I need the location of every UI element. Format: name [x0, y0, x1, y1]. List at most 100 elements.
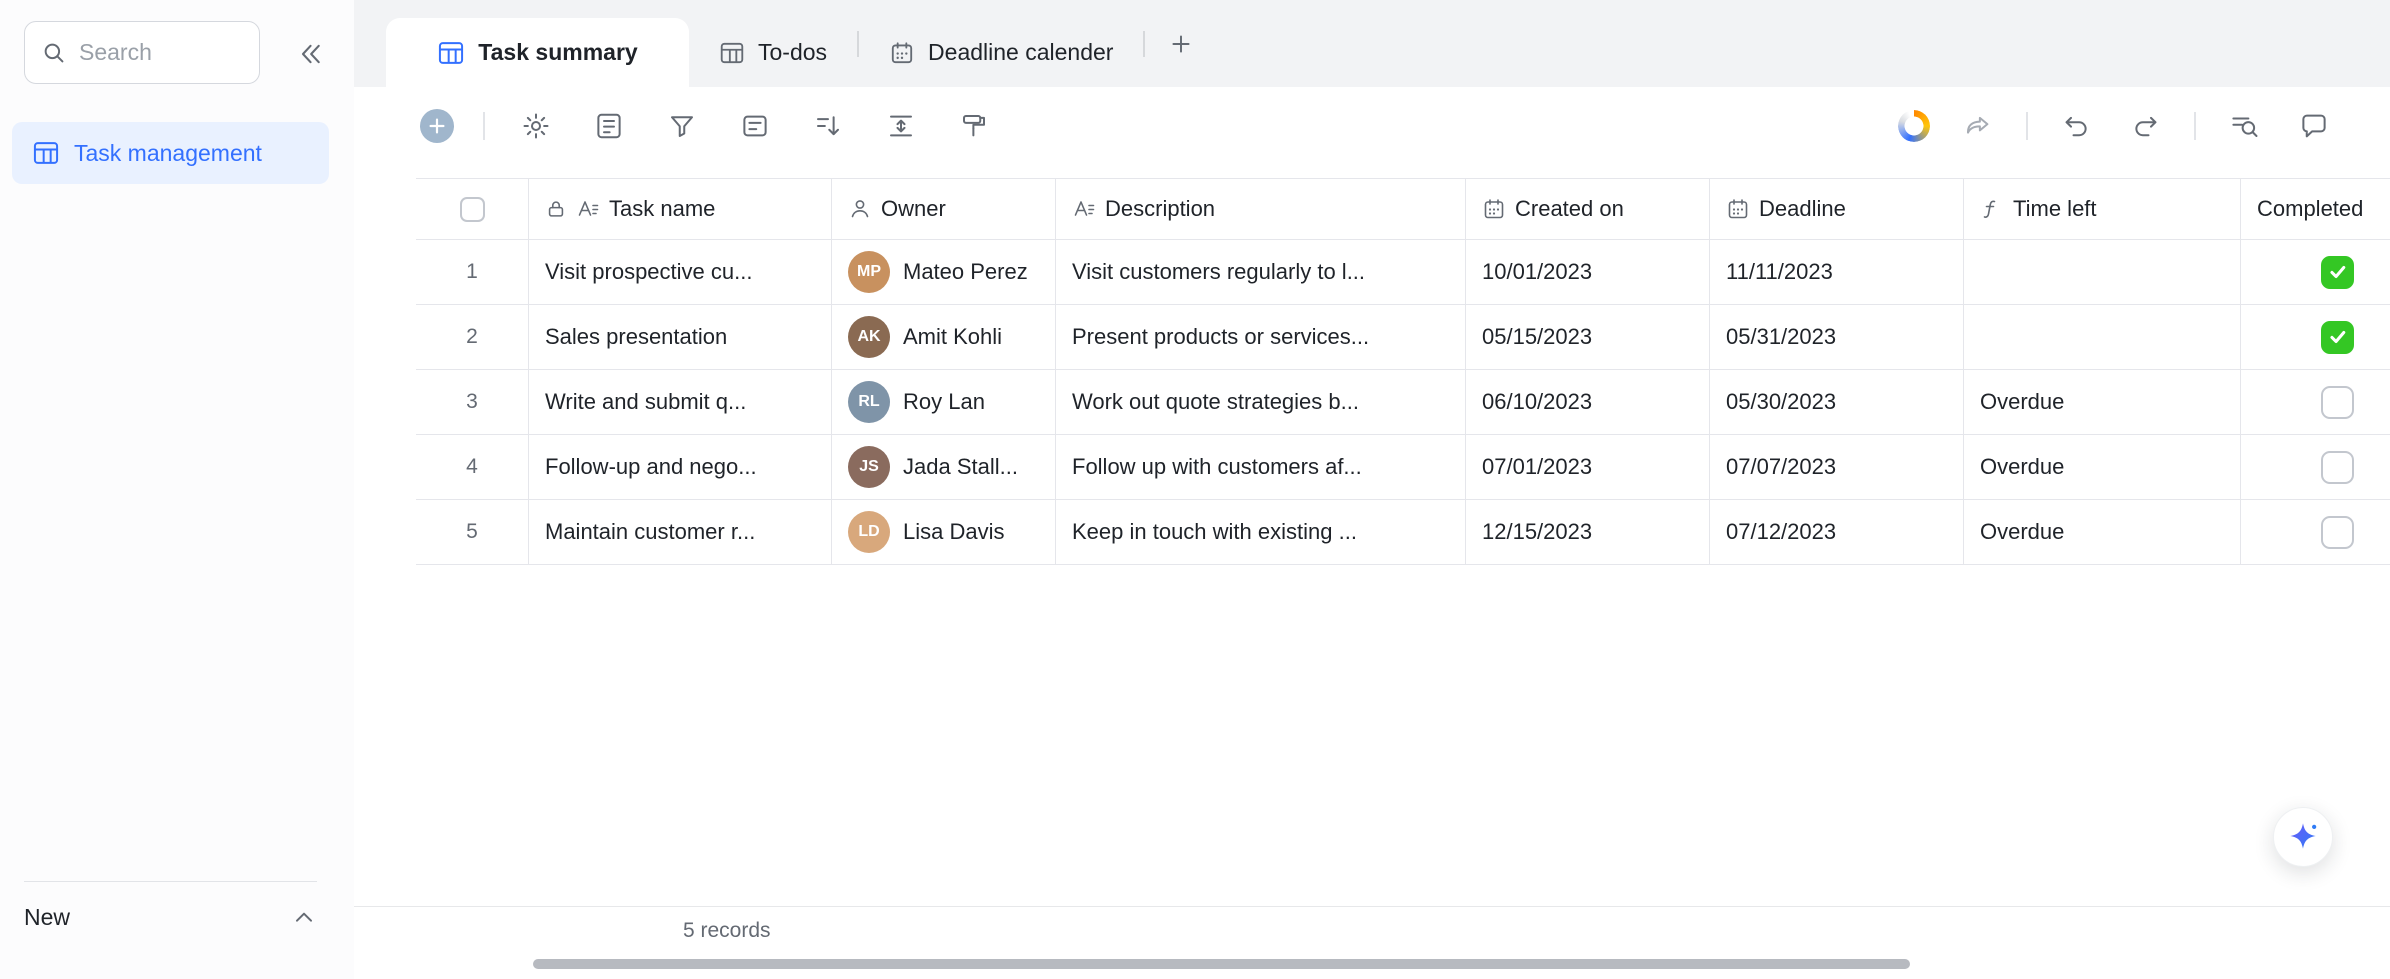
table-icon [439, 41, 464, 64]
task-name-cell[interactable]: Visit prospective cu... [529, 240, 832, 304]
comment-icon[interactable] [2292, 104, 2336, 148]
completed-checkbox[interactable] [2321, 515, 2354, 549]
avatar: MP [848, 251, 890, 293]
avatar: LD [848, 511, 890, 553]
row-number[interactable]: 3 [416, 370, 529, 434]
created-on-cell[interactable]: 10/01/2023 [1466, 240, 1710, 304]
sidebar: Task management New [0, 0, 354, 979]
tab-task-summary[interactable]: Task summary [386, 18, 689, 87]
add-view-icon[interactable] [1159, 22, 1203, 66]
created-on-cell[interactable]: 12/15/2023 [1466, 500, 1710, 564]
description-cell[interactable]: Follow up with customers af... [1056, 435, 1466, 499]
row-height-icon[interactable] [879, 104, 923, 148]
task-name-cell[interactable]: Follow-up and nego... [529, 435, 832, 499]
table-row: 4 Follow-up and nego... JS Jada Stall...… [416, 435, 2390, 500]
column-label: Owner [881, 196, 946, 221]
horizontal-scrollbar[interactable] [533, 959, 1910, 969]
check-icon [2329, 330, 2345, 344]
task-name-cell[interactable]: Write and submit q... [529, 370, 832, 434]
column-header-owner[interactable]: Owner [832, 179, 1056, 239]
deadline-cell[interactable]: 05/30/2023 [1710, 370, 1964, 434]
sidebar-collapse-icon[interactable] [288, 36, 332, 72]
sparkle-icon [2290, 823, 2317, 849]
time-left-cell[interactable]: Overdue [1964, 370, 2241, 434]
owner-cell[interactable]: RL Roy Lan [832, 370, 1056, 434]
column-label: Completed [2257, 196, 2364, 221]
sort-icon[interactable] [806, 104, 850, 148]
completed-checkbox[interactable] [2321, 320, 2354, 354]
created-on-cell[interactable]: 07/01/2023 [1466, 435, 1710, 499]
row-number[interactable]: 5 [416, 500, 529, 564]
time-left-cell[interactable]: Overdue [1964, 435, 2241, 499]
created-on-cell[interactable]: 05/15/2023 [1466, 305, 1710, 369]
toolbar-separator [2194, 112, 2196, 140]
paint-format-icon[interactable] [952, 104, 996, 148]
deadline-cell[interactable]: 11/11/2023 [1710, 240, 1964, 304]
column-header-completed[interactable]: Completed [2241, 179, 2390, 239]
owner-cell[interactable]: LD Lisa Davis [832, 500, 1056, 564]
chevron-up-icon[interactable] [291, 905, 317, 931]
formula-icon [1983, 200, 1996, 218]
time-left-cell[interactable] [1964, 305, 2241, 369]
calendar-icon [1728, 199, 1748, 219]
column-header-description[interactable]: Description [1056, 179, 1466, 239]
owner-cell[interactable]: AK Amit Kohli [832, 305, 1056, 369]
tab-deadline-calendar[interactable]: Deadline calender [859, 18, 1143, 87]
description-cell[interactable]: Present products or services... [1056, 305, 1466, 369]
completed-cell[interactable] [2241, 370, 2390, 434]
created-on-cell[interactable]: 06/10/2023 [1466, 370, 1710, 434]
settings-gear-icon[interactable] [514, 104, 558, 148]
lock-icon [548, 201, 564, 217]
calendar-icon [1484, 199, 1504, 219]
deadline-cell[interactable]: 07/07/2023 [1710, 435, 1964, 499]
owner-cell[interactable]: JS Jada Stall... [832, 435, 1056, 499]
share-icon[interactable] [1956, 104, 2000, 148]
group-icon[interactable] [733, 104, 777, 148]
column-header-time-left[interactable]: Time left [1964, 179, 2241, 239]
time-left-cell[interactable]: Overdue [1964, 500, 2241, 564]
column-header-created-on[interactable]: Created on [1466, 179, 1710, 239]
row-number[interactable]: 2 [416, 305, 529, 369]
search-records-icon[interactable] [2222, 104, 2266, 148]
filter-icon[interactable] [660, 104, 704, 148]
task-name-cell[interactable]: Maintain customer r... [529, 500, 832, 564]
completed-cell[interactable] [2241, 435, 2390, 499]
completed-checkbox[interactable] [2321, 450, 2354, 484]
row-number[interactable]: 1 [416, 240, 529, 304]
description-cell[interactable]: Keep in touch with existing ... [1056, 500, 1466, 564]
column-label: Description [1105, 196, 1216, 221]
ai-assistant-button[interactable] [2273, 807, 2333, 867]
redo-icon[interactable] [2124, 104, 2168, 148]
completed-cell[interactable] [2241, 305, 2390, 369]
new-button[interactable]: New [24, 904, 70, 931]
undo-icon[interactable] [2054, 104, 2098, 148]
row-number[interactable]: 4 [416, 435, 529, 499]
text-field-icon [578, 201, 599, 216]
add-record-icon[interactable] [420, 109, 454, 143]
description-cell[interactable]: Work out quote strategies b... [1056, 370, 1466, 434]
column-header-task-name[interactable]: Task name [529, 179, 832, 239]
description-cell[interactable]: Visit customers regularly to l... [1056, 240, 1466, 304]
time-left-cell[interactable] [1964, 240, 2241, 304]
column-header-deadline[interactable]: Deadline [1710, 179, 1964, 239]
deadline-cell[interactable]: 07/12/2023 [1710, 500, 1964, 564]
table-icon [720, 42, 744, 63]
deadline-cell[interactable]: 05/31/2023 [1710, 305, 1964, 369]
text-field-icon [1074, 201, 1095, 216]
sidebar-item-task-management[interactable]: Task management [12, 122, 329, 184]
task-name-cell[interactable]: Sales presentation [529, 305, 832, 369]
toolbar-separator [2026, 112, 2028, 140]
table-row: 1 Visit prospective cu... MP Mateo Perez… [416, 240, 2390, 305]
person-icon [851, 200, 869, 218]
avatar: RL [848, 381, 890, 423]
completed-cell[interactable] [2241, 500, 2390, 564]
completed-checkbox[interactable] [2321, 255, 2354, 289]
completed-cell[interactable] [2241, 240, 2390, 304]
select-all-checkbox[interactable] [459, 196, 485, 222]
form-icon[interactable] [587, 104, 631, 148]
search-input[interactable] [79, 39, 243, 66]
search-box[interactable] [24, 21, 260, 84]
completed-checkbox[interactable] [2321, 385, 2354, 419]
owner-cell[interactable]: MP Mateo Perez [832, 240, 1056, 304]
tab-to-dos[interactable]: To-dos [689, 18, 857, 87]
